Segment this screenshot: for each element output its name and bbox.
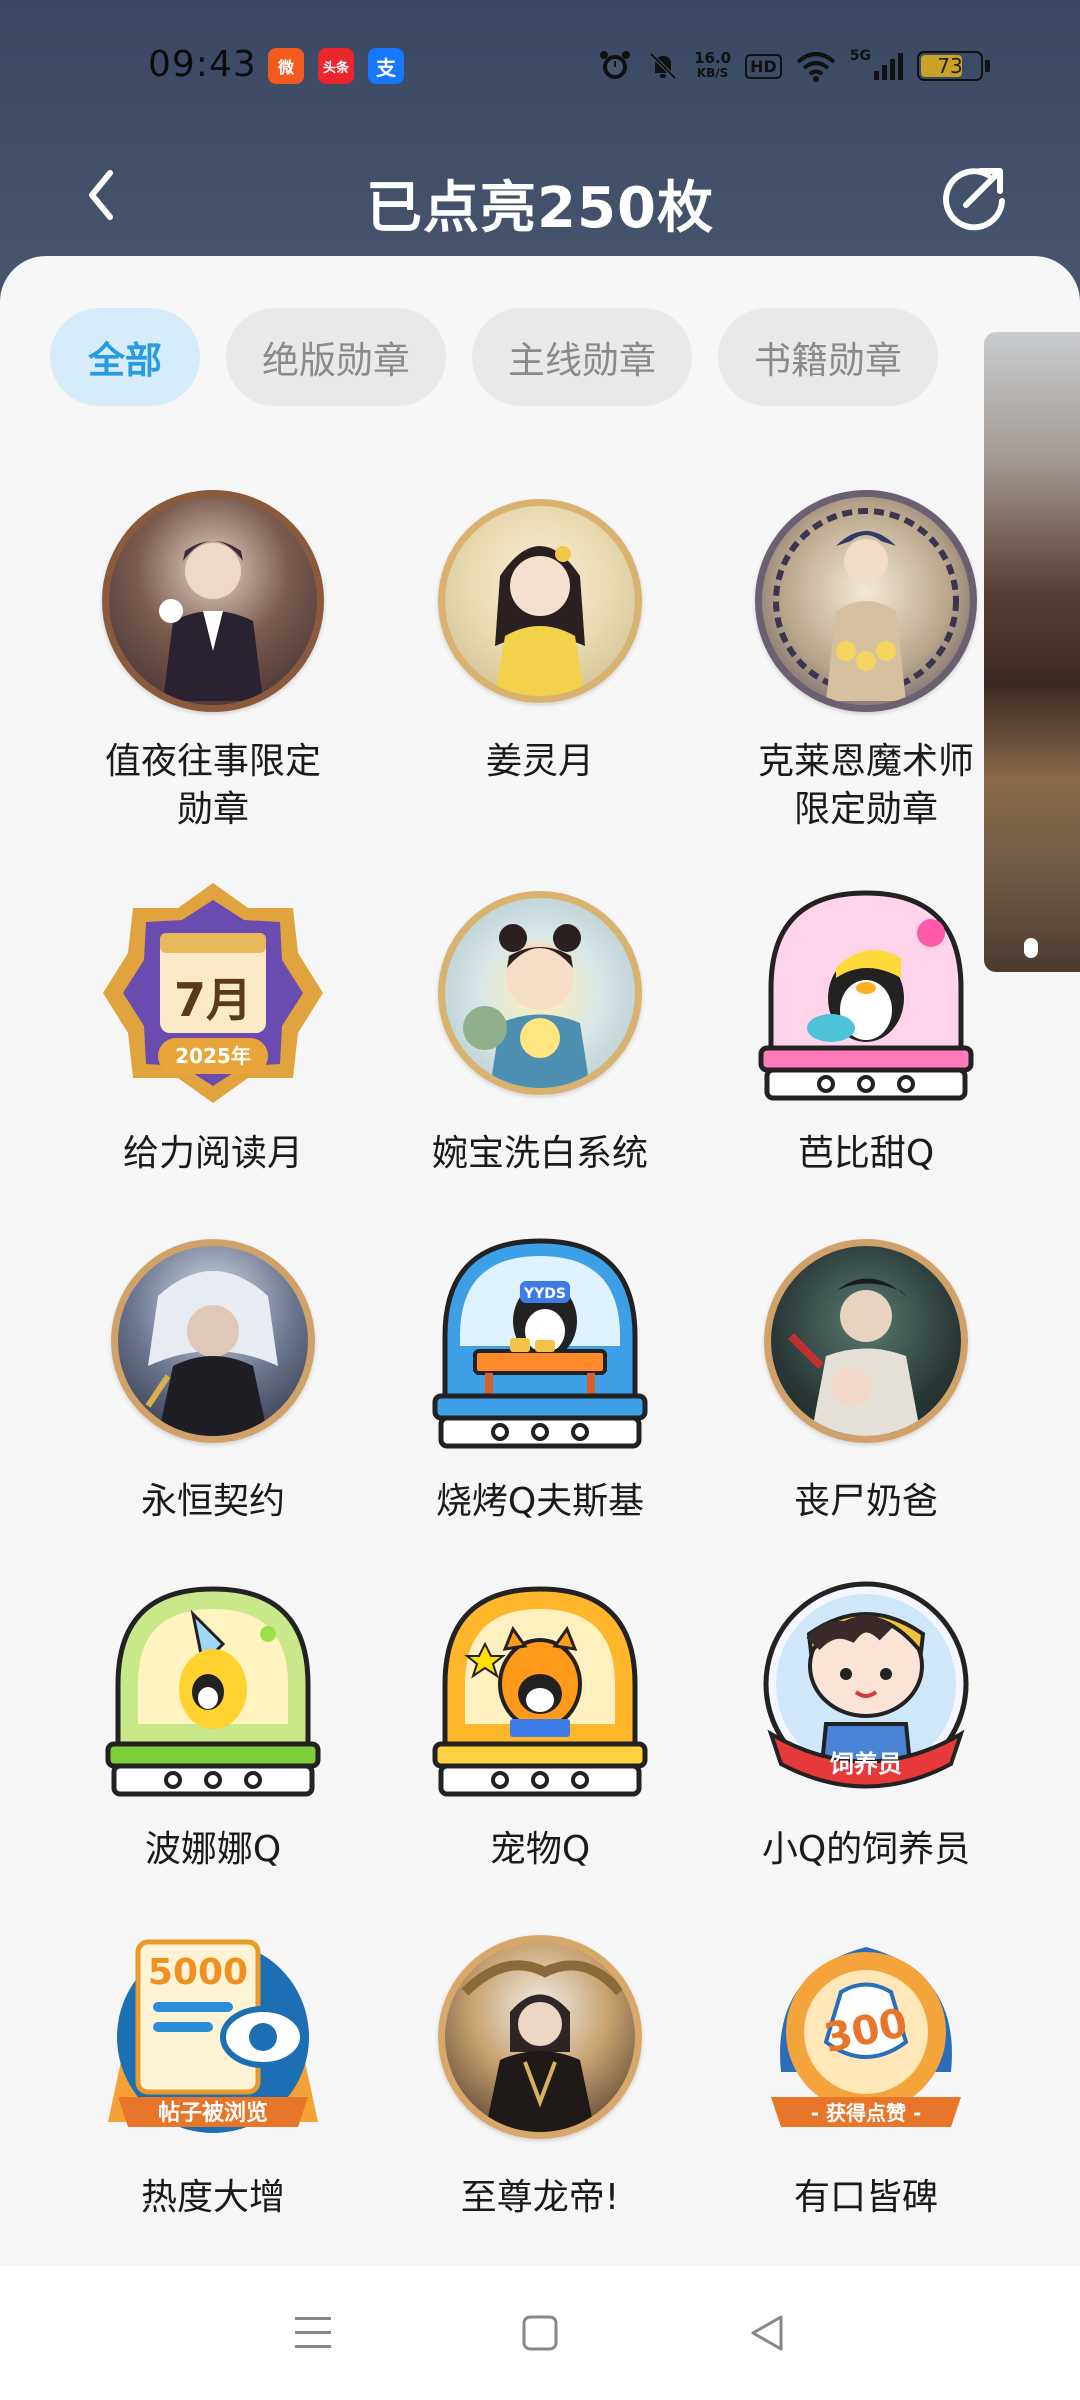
svg-text:- 获得点赞 -: - 获得点赞 - (811, 2101, 922, 2125)
badge-item[interactable]: 饲养员 小Q的饲养员 (716, 1574, 1016, 1874)
alarm-icon (598, 48, 632, 84)
alipay-icon: 支 (368, 48, 404, 84)
home-square-icon (522, 2315, 558, 2351)
penguin-globe-icon (425, 1574, 655, 1804)
badge-item[interactable]: YYDS 烧烤Q夫斯基 (390, 1226, 690, 1526)
system-nav-bar (0, 2266, 1080, 2400)
portrait-badge-icon (98, 1226, 328, 1456)
svg-text:2025年: 2025年 (175, 1044, 251, 1068)
tab-all[interactable]: 全部 (50, 308, 200, 406)
net-speed: 16.0 KB/S (694, 49, 732, 81)
badge-item[interactable]: 姜灵月 (390, 486, 690, 786)
badge-item[interactable]: 至尊龙帝! (390, 1922, 690, 2222)
category-tabs: 全部 绝版勋章 主线勋章 书籍勋章 (50, 308, 938, 406)
share-button[interactable] (930, 151, 1020, 241)
tab-main[interactable]: 主线勋章 (472, 308, 692, 406)
back-triangle-icon (751, 2315, 783, 2351)
menu-icon (295, 2317, 332, 2348)
keeper-badge-icon: 饲养员 (751, 1574, 981, 1804)
signal-icon: 5G (850, 48, 903, 84)
likes-badge-icon: 300 - 获得点赞 - (751, 1922, 981, 2152)
mute-bell-icon (646, 48, 680, 84)
home-button[interactable] (500, 2293, 580, 2373)
penguin-globe-icon: YYDS (425, 1226, 655, 1456)
penguin-globe-icon (98, 1574, 328, 1804)
portrait-badge-icon (751, 486, 981, 716)
badge-item[interactable]: 波娜娜Q (63, 1574, 363, 1874)
svg-text:YYDS: YYDS (523, 1286, 566, 1302)
share-icon (943, 168, 1005, 231)
badge-item[interactable]: 宠物Q (390, 1574, 690, 1874)
badge-list-panel: 全部 绝版勋章 主线勋章 书籍勋章 值夜往事限定 勋章 姜灵月 克莱恩魔术师 限… (0, 256, 1080, 2266)
portrait-badge-icon (751, 1226, 981, 1456)
portrait-badge-icon (425, 486, 655, 716)
tab-limited[interactable]: 绝版勋章 (226, 308, 446, 406)
system-back-button[interactable] (727, 2293, 807, 2373)
weibo-icon: 微 (268, 48, 304, 84)
portrait-badge-icon (425, 1922, 655, 2152)
toutiao-icon: 头条 (318, 48, 354, 84)
battery-indicator: 73 (917, 51, 983, 81)
penguin-globe-icon (751, 878, 981, 1108)
badge-item[interactable]: 7月 2025年 给力阅读月 (63, 878, 363, 1178)
badge-item[interactable]: 永恒契约 (63, 1226, 363, 1526)
thumbnail-indicator-dot (1024, 938, 1038, 958)
badge-item[interactable]: 值夜往事限定 勋章 (63, 486, 363, 834)
portrait-badge-icon (425, 878, 655, 1108)
page-title: 已点亮250枚 (366, 176, 714, 241)
svg-text:5000: 5000 (148, 1952, 248, 1993)
battery-tip (985, 60, 990, 72)
menu-button[interactable] (273, 2293, 353, 2373)
portrait-badge-icon (98, 486, 328, 716)
badge-item[interactable]: 丧尸奶爸 (716, 1226, 1016, 1526)
svg-text:帖子被浏览: 帖子被浏览 (158, 2100, 268, 2126)
calendar-badge-icon: 7月 2025年 (98, 878, 328, 1108)
status-time: 09:43 (148, 44, 257, 85)
hd-indicator: HD (745, 53, 782, 79)
badge-item[interactable]: 300 - 获得点赞 - 有口皆碑 (716, 1922, 1016, 2222)
badge-item[interactable]: 婉宝洗白系统 (390, 878, 690, 1178)
badge-item[interactable]: 芭比甜Q (716, 878, 1016, 1178)
views-badge-icon: 5000 帖子被浏览 (98, 1922, 328, 2152)
wifi-icon (796, 48, 836, 84)
page-header: 已点亮250枚 (0, 135, 1080, 255)
status-indicators: 16.0 KB/S HD 5G 73 (598, 44, 990, 88)
svg-text:7月: 7月 (174, 973, 252, 1027)
badge-item[interactable]: 5000 帖子被浏览 热度大增 (63, 1922, 363, 2222)
svg-text:饲养员: 饲养员 (829, 1750, 902, 1778)
status-bar: 09:43 微 头条 支 16.0 KB/S HD 5G 73 (0, 0, 1080, 135)
badge-item[interactable]: 克莱恩魔术师 限定勋章 (716, 486, 1016, 834)
tab-books[interactable]: 书籍勋章 (718, 308, 938, 406)
